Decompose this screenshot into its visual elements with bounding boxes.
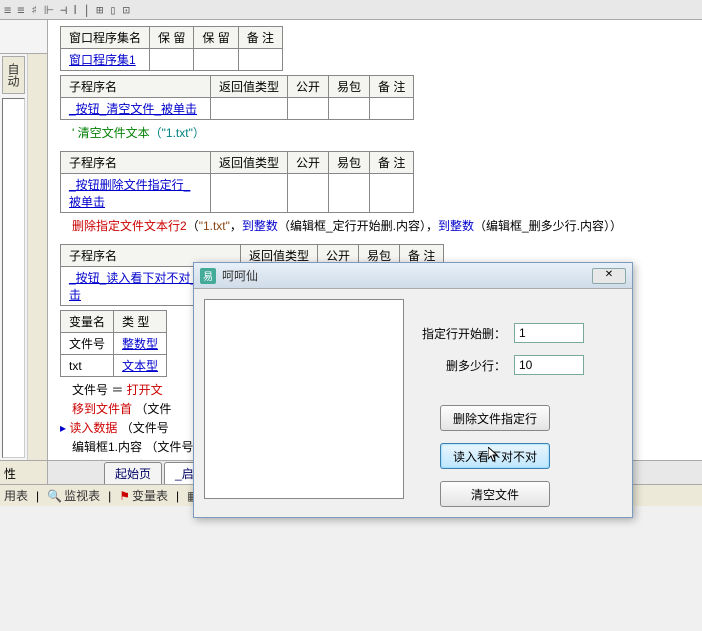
th: 返回值类型 xyxy=(211,152,288,174)
input-start-row[interactable] xyxy=(514,323,584,343)
th: 备 注 xyxy=(238,27,282,49)
toolbar-icon[interactable]: ≡ xyxy=(4,3,11,17)
cell[interactable] xyxy=(329,174,370,213)
left-icon-strip xyxy=(27,54,47,460)
status-watch[interactable]: 🔍 监视表 xyxy=(47,487,100,504)
cell[interactable]: txt xyxy=(61,355,114,377)
flag-icon: ⚑ xyxy=(119,489,130,503)
cell-link[interactable]: _按钮删除文件指定行_被单击 xyxy=(61,174,211,213)
table-sub-delete: 子程序名返回值类型公开易包备 注 _按钮删除文件指定行_被单击 xyxy=(60,151,414,213)
cell[interactable] xyxy=(288,174,329,213)
table-window-assembly: 窗口程序集名保 留保 留备 注 窗口程序集1 xyxy=(60,26,283,71)
cell-link[interactable]: 整数型 xyxy=(114,333,167,355)
left-panel-header xyxy=(0,20,47,54)
toolbar-icon[interactable]: ≡ xyxy=(17,3,24,17)
table-sub-clear: 子程序名返回值类型公开易包备 注 _按钮_清空文件_被单击 xyxy=(60,75,414,120)
status-usage-table[interactable]: 用表 xyxy=(4,487,28,504)
cell[interactable] xyxy=(370,174,414,213)
cell[interactable] xyxy=(211,174,288,213)
toolbar-icon[interactable]: ⊡ xyxy=(123,3,130,17)
dialog-titlebar[interactable]: 易 呵呵仙 ✕ xyxy=(194,263,632,289)
close-button[interactable]: ✕ xyxy=(592,268,626,284)
status-vars[interactable]: ⚑ 变量表 xyxy=(119,487,168,504)
dialog-hehe: 易 呵呵仙 ✕ 指定行开始删： 删多少行： 删除文件指定行 读入看下对不对 清空… xyxy=(193,262,633,518)
toolbar-icon[interactable]: ▯ xyxy=(109,3,116,17)
label-start-row: 指定行开始删： xyxy=(420,325,506,342)
left-panel: 自动 xyxy=(0,20,48,460)
code-line[interactable]: ' 清空文件文本（"1.txt"） xyxy=(72,124,690,141)
th: 返回值类型 xyxy=(211,76,288,98)
left-prop-tab[interactable]: 性 xyxy=(0,460,48,484)
th: 子程序名 xyxy=(61,152,211,174)
dialog-title-text: 呵呵仙 xyxy=(222,267,592,284)
cell-link[interactable]: _按钮_清空文件_被单击 xyxy=(61,98,211,120)
th: 公开 xyxy=(288,76,329,98)
cell[interactable]: 文件号 xyxy=(61,333,114,355)
th: 窗口程序集名 xyxy=(61,27,150,49)
delete-rows-button[interactable]: 删除文件指定行 xyxy=(440,405,550,431)
cell[interactable] xyxy=(194,49,238,71)
toolbar-icon[interactable]: ⊣ xyxy=(60,3,67,17)
th: 易包 xyxy=(329,152,370,174)
clear-file-button[interactable]: 清空文件 xyxy=(440,481,550,507)
top-toolbar: ≡ ≡ ♯ ⊩ ⊣ Ⅰ | ⊞ ▯ ⊡ xyxy=(0,0,702,20)
cell[interactable] xyxy=(150,49,194,71)
cell[interactable] xyxy=(329,98,370,120)
toolbar-icon[interactable]: ♯ xyxy=(30,3,37,17)
th: 备 注 xyxy=(370,152,414,174)
dialog-textbox[interactable] xyxy=(204,299,404,499)
toolbar-icon[interactable]: Ⅰ xyxy=(73,3,77,17)
app-icon: 易 xyxy=(200,268,216,284)
cell[interactable] xyxy=(238,49,282,71)
table-vars: 变量名类 型 文件号整数型 txt文本型 xyxy=(60,310,167,377)
th: 保 留 xyxy=(194,27,238,49)
toolbar-sep: | xyxy=(83,3,90,17)
sep: | xyxy=(176,489,179,503)
th: 变量名 xyxy=(61,311,114,333)
cell-link[interactable]: 窗口程序集1 xyxy=(61,49,150,71)
search-icon: 🔍 xyxy=(47,489,62,503)
left-tab-auto[interactable]: 自动 xyxy=(2,56,25,94)
cell-link[interactable]: 文本型 xyxy=(114,355,167,377)
th: 类 型 xyxy=(114,311,167,333)
sep: | xyxy=(36,489,39,503)
cell[interactable] xyxy=(370,98,414,120)
toolbar-icon[interactable]: ⊞ xyxy=(96,3,103,17)
th: 子程序名 xyxy=(61,76,211,98)
left-tree[interactable] xyxy=(2,98,25,458)
th: 备 注 xyxy=(370,76,414,98)
input-row-count[interactable] xyxy=(514,355,584,375)
sep: | xyxy=(108,489,111,503)
th: 保 留 xyxy=(150,27,194,49)
read-check-button[interactable]: 读入看下对不对 xyxy=(440,443,550,469)
cell[interactable] xyxy=(211,98,288,120)
cell[interactable] xyxy=(288,98,329,120)
toolbar-icon[interactable]: ⊩ xyxy=(44,3,54,17)
th: 易包 xyxy=(329,76,370,98)
th: 公开 xyxy=(288,152,329,174)
label-row-count: 删多少行： xyxy=(420,357,506,374)
tab-start-page[interactable]: 起始页 xyxy=(104,462,162,484)
code-line[interactable]: 删除指定文件文本行2（"1.txt"，到整数（编辑框_定行开始删.内容），到整数… xyxy=(72,217,690,234)
